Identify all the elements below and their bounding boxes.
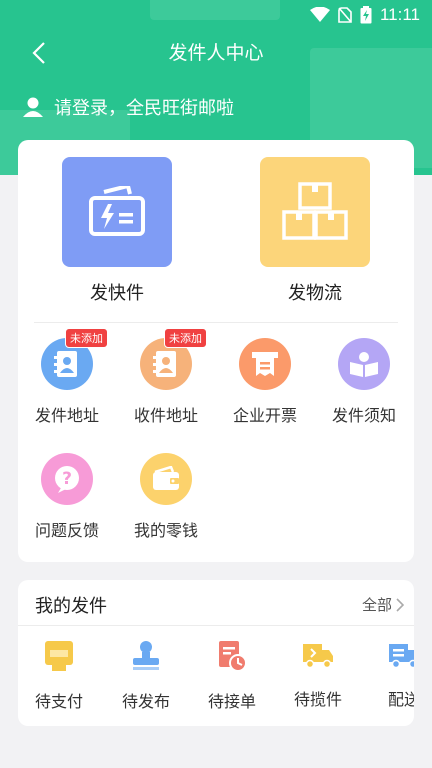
my-orders-header: 我的发件 全部	[18, 580, 414, 626]
battery-icon	[360, 6, 372, 24]
question-bubble-icon: ?	[55, 466, 79, 493]
address-book-icon	[153, 351, 176, 377]
user-icon	[23, 97, 43, 117]
address-book-icon	[54, 351, 77, 377]
my-wallet-circle	[140, 453, 192, 505]
delivering-button[interactable]: 配送	[364, 640, 414, 710]
top-bar: 发件人中心	[0, 30, 432, 76]
shipping-notice-label: 发件须知	[331, 406, 396, 425]
send-express-button[interactable]: 发快件	[62, 157, 172, 305]
status-time: 11:11	[379, 5, 420, 24]
chevron-right-icon	[396, 597, 404, 612]
company-invoice-button[interactable]: 企业开票	[225, 338, 305, 426]
pending-accept-button[interactable]: 待接单	[192, 640, 272, 712]
feedback-label: 问题反馈	[34, 521, 99, 540]
page-title: 发件人中心	[168, 42, 264, 64]
feedback-button[interactable]: ? 问题反馈	[27, 453, 107, 541]
pending-pickup-button[interactable]: 待揽件	[278, 640, 358, 710]
invoice-icon	[252, 352, 278, 376]
my-wallet-label: 我的零钱	[133, 521, 198, 540]
sender-address-button[interactable]: 未添加 发件地址	[27, 328, 108, 426]
clock-document-icon	[219, 641, 247, 672]
divider	[34, 322, 398, 323]
view-all-label: 全部	[361, 596, 392, 614]
send-logistics-tile	[260, 157, 370, 267]
services-card: 发快件 发物流 未添加 发件地址 未添加 收件地址 企业开票 发件须知 ? 问题…	[18, 140, 414, 562]
boxes-icon	[282, 182, 348, 240]
pending-payment-label: 待支付	[34, 692, 83, 711]
my-orders-card: 我的发件 全部 待支付 待发布 待接单 待揽件 配送	[18, 580, 414, 726]
svg-text:?: ?	[62, 469, 72, 489]
delivery-truck-icon	[389, 644, 414, 669]
not-added-badge: 未添加	[164, 328, 207, 348]
pending-pickup-label: 待揽件	[293, 690, 342, 709]
truck-icon	[303, 644, 333, 669]
express-envelope-icon	[89, 186, 145, 236]
shipping-notice-button[interactable]: 发件须知	[324, 338, 404, 426]
wifi-icon	[309, 7, 330, 22]
stamp-icon	[133, 641, 159, 670]
pending-accept-label: 待接单	[207, 692, 256, 711]
pending-publish-label: 待发布	[121, 692, 170, 711]
delivering-label: 配送	[387, 690, 414, 709]
send-logistics-button[interactable]: 发物流	[260, 157, 370, 305]
login-prompt[interactable]: 请登录，全民旺街邮啦	[22, 94, 234, 120]
company-invoice-label: 企业开票	[232, 406, 297, 425]
pending-payment-icon	[45, 641, 73, 671]
status-bar: 11:11	[0, 0, 432, 30]
company-invoice-circle	[239, 338, 291, 390]
shipping-notice-circle	[338, 338, 390, 390]
pending-publish-button[interactable]: 待发布	[106, 640, 186, 712]
send-express-tile	[62, 157, 172, 267]
pending-payment-button[interactable]: 待支付	[19, 640, 99, 712]
wallet-icon	[153, 466, 179, 490]
my-wallet-button[interactable]: 我的零钱	[126, 453, 206, 541]
sender-address-label: 发件地址	[34, 406, 99, 425]
my-orders-title: 我的发件	[35, 596, 107, 617]
login-text: 请登录，全民旺街邮啦	[54, 98, 234, 119]
not-added-badge: 未添加	[65, 328, 108, 348]
send-express-label: 发快件	[90, 283, 144, 304]
send-logistics-label: 发物流	[288, 283, 342, 304]
view-all-button[interactable]: 全部	[362, 594, 404, 615]
recipient-address-label: 收件地址	[133, 406, 198, 425]
recipient-address-button[interactable]: 未添加 收件地址	[126, 328, 207, 426]
book-icon	[350, 352, 378, 377]
feedback-circle: ?	[41, 453, 93, 505]
no-sim-icon	[338, 7, 352, 23]
